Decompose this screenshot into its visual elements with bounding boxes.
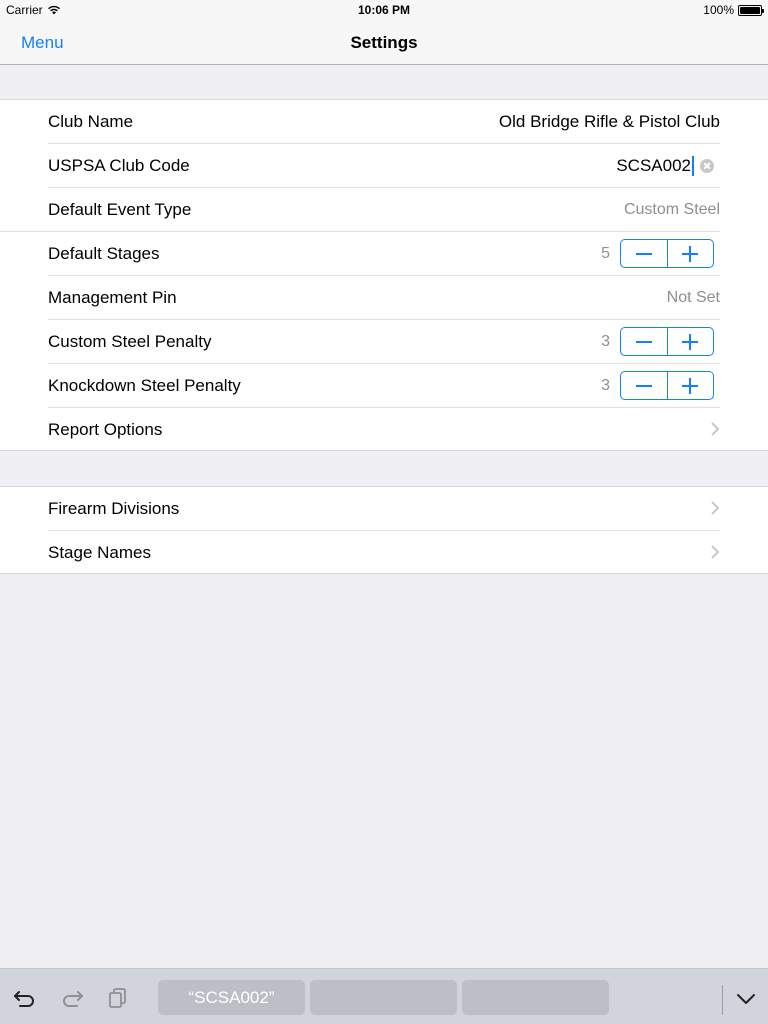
minus-icon bbox=[635, 384, 652, 387]
custom-steel-penalty-label: Custom Steel Penalty bbox=[48, 332, 212, 351]
decrement-button[interactable] bbox=[621, 240, 667, 267]
divider bbox=[722, 985, 723, 1015]
default-stages-value: 5 bbox=[601, 245, 610, 262]
increment-button[interactable] bbox=[666, 328, 714, 355]
navigation-bar: Menu Settings bbox=[0, 20, 768, 65]
clear-text-icon[interactable] bbox=[700, 159, 714, 173]
chevron-right-icon bbox=[711, 545, 720, 559]
undo-icon[interactable] bbox=[13, 987, 37, 1009]
autocorrect-suggestion-empty[interactable] bbox=[310, 980, 457, 1015]
default-stages-stepper bbox=[620, 239, 714, 268]
increment-button[interactable] bbox=[666, 372, 714, 399]
page-title: Settings bbox=[350, 33, 418, 52]
report-options-label: Report Options bbox=[48, 420, 163, 439]
minus-icon bbox=[635, 340, 652, 343]
minus-icon bbox=[635, 252, 652, 255]
custom-steel-penalty-row: Custom Steel Penalty 3 bbox=[0, 320, 768, 364]
battery-percent: 100% bbox=[703, 3, 734, 17]
battery-icon bbox=[738, 4, 764, 16]
management-pin-value: Not Set bbox=[666, 289, 720, 306]
autocorrect-suggestion-empty[interactable] bbox=[462, 980, 609, 1015]
knockdown-steel-penalty-row: Knockdown Steel Penalty 3 bbox=[0, 364, 768, 408]
text-cursor bbox=[692, 156, 694, 176]
default-stages-row: Default Stages 5 bbox=[0, 232, 768, 276]
event-type-value: Custom Steel bbox=[623, 201, 720, 218]
stage-names-row[interactable]: Stage Names bbox=[0, 531, 768, 575]
management-pin-label: Management Pin bbox=[48, 288, 177, 307]
firearm-divisions-row[interactable]: Firearm Divisions bbox=[0, 487, 768, 531]
knockdown-steel-penalty-label: Knockdown Steel Penalty bbox=[48, 376, 241, 395]
event-type-label: Default Event Type bbox=[48, 200, 192, 219]
club-name-row[interactable]: Club Name Old Bridge Rifle & Pistol Club bbox=[0, 100, 768, 144]
clock: 10:06 PM bbox=[357, 3, 411, 17]
redo-icon[interactable] bbox=[60, 987, 84, 1009]
firearm-divisions-label: Firearm Divisions bbox=[48, 499, 180, 518]
decrement-button[interactable] bbox=[621, 328, 667, 355]
decrement-button[interactable] bbox=[621, 372, 667, 399]
keyboard-shortcut-bar: “SCSA002” bbox=[0, 968, 768, 1024]
club-code-value: SCSA002 bbox=[616, 156, 691, 175]
club-code-row: USPSA Club Code SCSA002 bbox=[0, 144, 768, 188]
club-settings-section: Club Name Old Bridge Rifle & Pistol Club… bbox=[0, 99, 768, 451]
plus-icon bbox=[682, 377, 699, 394]
autocorrect-suggestion[interactable]: “SCSA002” bbox=[158, 980, 305, 1015]
club-name-label: Club Name bbox=[48, 112, 134, 131]
plus-icon bbox=[682, 245, 699, 262]
report-options-row[interactable]: Report Options bbox=[0, 408, 768, 452]
knockdown-steel-penalty-stepper bbox=[620, 371, 714, 400]
paste-icon[interactable] bbox=[106, 987, 130, 1009]
stage-names-label: Stage Names bbox=[48, 543, 151, 562]
battery-indicator: 100% bbox=[703, 3, 764, 17]
club-code-label: USPSA Club Code bbox=[48, 156, 190, 175]
management-pin-row[interactable]: Management Pin Not Set bbox=[0, 276, 768, 320]
chevron-right-icon bbox=[711, 422, 720, 436]
knockdown-steel-penalty-value: 3 bbox=[601, 377, 610, 394]
default-stages-label: Default Stages bbox=[48, 244, 160, 263]
event-type-row[interactable]: Default Event Type Custom Steel bbox=[0, 188, 768, 232]
club-code-field[interactable]: SCSA002 bbox=[616, 156, 714, 176]
dismiss-keyboard-icon[interactable] bbox=[734, 987, 758, 1009]
status-bar: Carrier 10:06 PM 100% bbox=[0, 0, 768, 20]
club-name-value: Old Bridge Rifle & Pistol Club bbox=[498, 112, 720, 131]
increment-button[interactable] bbox=[666, 240, 714, 267]
plus-icon bbox=[682, 333, 699, 350]
custom-steel-penalty-stepper bbox=[620, 327, 714, 356]
lists-section: Firearm Divisions Stage Names bbox=[0, 486, 768, 574]
chevron-right-icon bbox=[711, 501, 720, 515]
custom-steel-penalty-value: 3 bbox=[601, 333, 610, 350]
